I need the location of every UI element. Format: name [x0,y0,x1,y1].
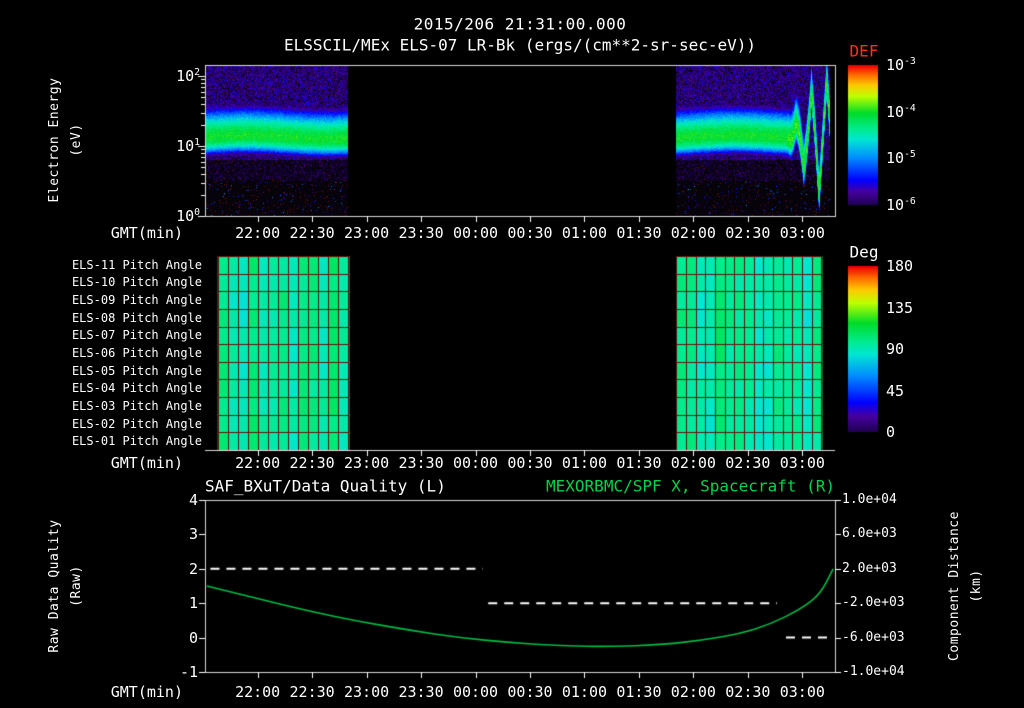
gmt-tick-label: 23:30 [398,683,444,701]
gmt-tick-label: 22:00 [235,224,281,242]
ylabel-component-distance: Component Distance (km) [946,511,984,661]
gmt-tick-label: 00:00 [452,454,499,472]
quality-ytick: 3 [188,525,198,544]
gmt-tick-label: 00:00 [452,683,499,701]
quality-ytick: -1 [179,663,198,681]
ylabel-raw-quality: Raw Data Quality (Raw) [46,519,84,653]
quality-ytick: 1 [188,594,198,613]
gmt-tick-label: 01:30 [616,454,662,472]
gmt-tick-label: 03:00 [779,683,825,701]
gmt-tick-label: 03:00 [779,224,825,242]
gmt-tick-label: 23:30 [398,224,444,242]
els-row-label: ELS-03 Pitch Angle [71,398,202,413]
bottom-title-left: SAF_BXuT/Data Quality (L) [205,476,446,496]
gmt-tick-label: 02:30 [725,683,771,701]
gmt-tick-label: 01:00 [561,454,608,472]
deg-colorbar-tick: 45 [886,381,905,400]
els-row-label: ELS-01 Pitch Angle [71,433,202,448]
colorbar-deg-title: Deg [849,242,879,262]
quality-ytick: 2 [188,559,198,578]
ylabel-electron-energy: Electron Energy (eV) [46,77,84,203]
gmt-tick-label: 02:00 [670,224,716,242]
els-row-label: ELS-06 Pitch Angle [71,345,202,360]
gmt-axis-label: GMT(min) [110,454,183,472]
els-row-label: ELS-09 Pitch Angle [71,292,202,307]
quality-ytick: 0 [188,628,198,647]
deg-colorbar-tick: 0 [886,423,896,441]
energy-ytick: 101 [176,137,200,155]
energy-ytick: 100 [176,207,200,225]
gmt-tick-label: 23:00 [344,683,390,701]
def-colorbar-tick: 10-4 [886,102,916,121]
energy-ytick: 102 [176,67,200,85]
gmt-tick-label: 02:30 [725,224,771,242]
gmt-tick-label: 00:30 [507,683,553,701]
gmt-axis-label: GMT(min) [110,224,183,242]
gmt-tick-label: 03:00 [779,454,825,472]
colorbar-def-title: DEF [849,41,879,61]
gmt-tick-label: 22:30 [289,224,335,242]
deg-colorbar-tick: 180 [886,257,914,275]
plot-title: 2015/206 21:31:00.000 [413,14,627,34]
def-colorbar-tick: 10-6 [886,196,916,214]
els-row-label: ELS-08 Pitch Angle [71,310,202,325]
els-row-label: ELS-02 Pitch Angle [71,416,202,431]
gmt-tick-label: 01:30 [616,224,662,242]
gmt-tick-label: 23:00 [344,224,390,242]
distance-ytick: 2.0e+03 [842,561,897,576]
spectrogram-dashboard: 2015/206 21:31:00.000 ELSSCIL/MEx ELS-07… [0,0,1024,708]
plot-subtitle: ELSSCIL/MEx ELS-07 LR-Bk (ergs/(cm**2-sr… [283,35,757,55]
gmt-tick-label: 00:30 [507,454,553,472]
gmt-tick-label: 22:30 [289,454,335,472]
quality-ytick: 4 [188,491,198,509]
els-row-label: ELS-05 Pitch Angle [71,363,202,378]
def-colorbar-tick: 10-3 [886,56,916,74]
gmt-tick-label: 22:30 [289,683,335,701]
gmt-tick-label: 01:00 [561,224,608,242]
gmt-tick-label: 22:00 [235,454,281,472]
gmt-tick-label: 23:00 [344,454,390,472]
distance-ytick: -6.0e+03 [842,629,905,645]
distance-ytick: -2.0e+03 [842,595,905,611]
gmt-tick-label: 00:00 [452,224,499,242]
els-row-label: ELS-04 Pitch Angle [71,381,202,396]
gmt-tick-label: 00:30 [507,224,553,242]
els-row-label: ELS-07 Pitch Angle [71,328,202,343]
gmt-tick-label: 01:00 [561,683,608,701]
gmt-axis-label: GMT(min) [110,683,183,701]
def-colorbar-tick: 10-5 [886,149,916,168]
gmt-tick-label: 22:00 [235,683,281,701]
distance-ytick: 6.0e+03 [842,526,897,542]
gmt-tick-label: 23:30 [398,454,444,472]
gmt-tick-label: 02:00 [670,683,716,701]
deg-colorbar-tick: 90 [886,340,905,358]
els-row-label: ELS-11 Pitch Angle [71,257,202,272]
gmt-tick-label: 02:00 [670,454,716,472]
distance-ytick: -1.0e+04 [842,664,905,680]
gmt-tick-label: 02:30 [725,454,771,472]
distance-ytick: 1.0e+04 [842,492,897,508]
bottom-title-right: MEXORBMC/SPF X, Spacecraft (R) [546,476,835,496]
deg-colorbar-tick: 135 [886,298,914,317]
els-row-label: ELS-10 Pitch Angle [71,275,202,290]
gmt-tick-label: 01:30 [616,683,662,701]
